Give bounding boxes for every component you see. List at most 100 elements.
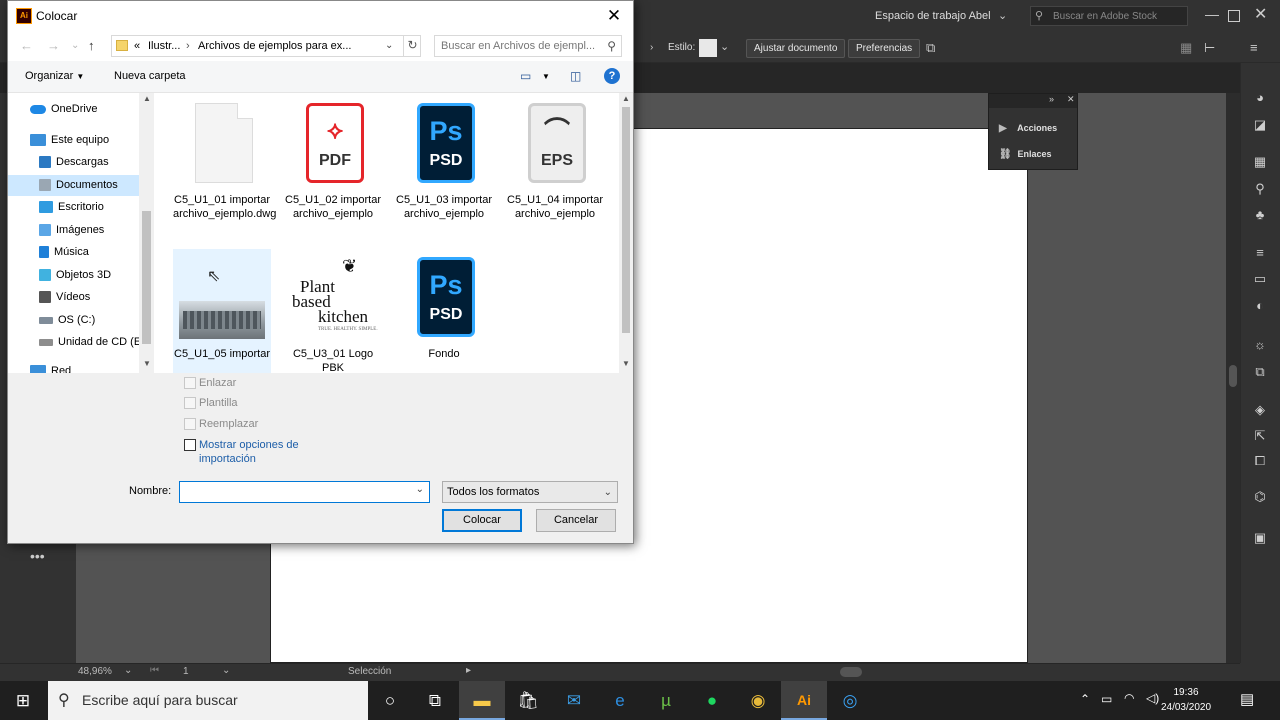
symbols-icon[interactable]: ♣ (1250, 206, 1270, 224)
show-import-options-checkbox[interactable]: Mostrar opciones de importación (184, 438, 334, 466)
stroke-icon[interactable]: ≡ (1250, 244, 1270, 262)
fit-document-button[interactable]: Ajustar documento (746, 39, 846, 58)
caret-down-icon[interactable]: ▼ (542, 72, 550, 81)
appearance-icon[interactable]: ☼ (1250, 336, 1270, 354)
graphic-styles-icon[interactable]: ⧉ (1250, 363, 1270, 381)
horizontal-scroll-thumb[interactable] (840, 667, 862, 677)
nav-item-this-pc[interactable]: Este equipo (30, 130, 109, 151)
first-page-icon[interactable]: ⏮ (150, 665, 159, 676)
stock-search-input[interactable]: ⚲ Buscar en Adobe Stock (1030, 6, 1188, 26)
transform-icon[interactable]: ⊢ (1204, 40, 1215, 56)
nav-item-downloads[interactable]: Descargas (39, 152, 109, 173)
asset-export-icon[interactable]: ⧠ (1250, 452, 1270, 470)
image-trace-icon[interactable]: ◪ (1250, 116, 1270, 134)
chevron-up-icon[interactable]: ⌃ (1080, 692, 1090, 706)
color-palette-icon[interactable]: ◕ (1250, 89, 1270, 107)
nav-item-cd-drive[interactable]: Unidad de CD (E (39, 332, 141, 353)
task-view-icon[interactable]: ⧉ (412, 681, 458, 720)
up-arrow-icon[interactable]: ↑ (88, 38, 95, 53)
chevron-down-icon[interactable]: ⌄ (385, 36, 393, 56)
wifi-icon[interactable]: ◠ (1124, 691, 1134, 705)
nav-item-network[interactable]: Red (30, 361, 71, 373)
file-item[interactable]: ⟡ PDF C5_U1_02 importar archivo_ejemplo (284, 95, 382, 221)
zoom-level[interactable]: 48,96% (78, 666, 112, 677)
store-icon[interactable]: 🛍 (505, 681, 551, 720)
back-arrow-icon[interactable]: ← (20, 38, 33, 53)
file-item[interactable]: Ps PSD C5_U1_03 importar archivo_ejemplo (395, 95, 493, 221)
nav-item-images[interactable]: Imágenes (39, 220, 104, 241)
link-checkbox[interactable]: Enlazar (184, 377, 236, 390)
arrange-icon[interactable]: ⧉ (926, 40, 935, 56)
new-folder-button[interactable]: Nueva carpeta (114, 70, 186, 82)
refresh-icon[interactable]: ↻ (403, 35, 421, 57)
nav-item-videos[interactable]: Vídeos (39, 287, 90, 308)
swatches-icon[interactable]: ▦ (1250, 153, 1270, 171)
close-icon[interactable]: ✕ (1067, 94, 1075, 105)
workspace-switcher[interactable]: Espacio de trabajo Abel (875, 10, 991, 22)
chevron-down-icon[interactable]: ⌄ (720, 40, 729, 53)
file-name-input[interactable]: ⌄ (179, 481, 430, 503)
windows-start-icon[interactable]: ⊞ (0, 681, 46, 720)
file-format-select[interactable]: Todos los formatos ⌄ (442, 481, 618, 503)
artboards-icon[interactable]: ⇱ (1250, 427, 1270, 445)
checkbox[interactable] (184, 439, 196, 451)
template-checkbox[interactable]: Plantilla (184, 397, 238, 410)
volume-icon[interactable]: ◁) (1146, 691, 1159, 705)
preferences-button[interactable]: Preferencias (848, 39, 921, 58)
recent-locations-icon[interactable]: ⌄ (71, 40, 79, 51)
libraries-icon[interactable]: ⌬ (1250, 488, 1270, 506)
file-item[interactable]: ❦ Plant based kitchen TRUE. HEALTHY. SIM… (284, 249, 382, 373)
close-icon[interactable]: ✕ (1254, 4, 1267, 24)
file-explorer-icon[interactable]: ▬ (459, 681, 505, 720)
illustrator-taskbar-icon[interactable]: Ai (781, 681, 827, 720)
spotify-icon[interactable]: ● (689, 681, 735, 720)
style-swatch[interactable] (699, 39, 717, 57)
scroll-up-icon[interactable]: ▲ (143, 94, 151, 103)
organize-button[interactable]: Organizar ▼ (25, 70, 84, 82)
properties-icon[interactable]: ▣ (1250, 529, 1270, 547)
breadcrumb-item[interactable]: Ilustr... (148, 36, 180, 56)
page-number[interactable]: 1 (183, 666, 189, 677)
links-panel-item[interactable]: ⛓ Enlaces (999, 144, 1052, 164)
collapse-icon[interactable]: » (1049, 94, 1054, 104)
forward-arrow-icon[interactable]: → (47, 38, 60, 53)
layers-icon[interactable]: ◈ (1250, 401, 1270, 419)
nav-item-os-drive[interactable]: OS (C:) (39, 310, 95, 331)
taskbar-clock[interactable]: 19:36 24/03/2020 (1160, 685, 1212, 715)
actions-panel-item[interactable]: ▶ Acciones (999, 118, 1057, 138)
view-options-icon[interactable]: ▭ (520, 69, 531, 83)
panel-header[interactable]: » ✕ (989, 94, 1077, 108)
place-button[interactable]: Colocar (442, 509, 522, 532)
file-scrollbar[interactable]: ▲ ▼ (619, 93, 633, 373)
transparency-icon[interactable]: ◐ (1250, 297, 1270, 315)
minimize-icon[interactable]: — (1205, 6, 1219, 22)
align-icon[interactable]: ▦ (1180, 40, 1192, 56)
mail-icon[interactable]: ✉ (551, 681, 597, 720)
more-tools-icon[interactable]: ••• (30, 548, 45, 564)
nav-item-onedrive[interactable]: OneDrive (30, 99, 97, 120)
breadcrumb-item[interactable]: Archivos de ejemplos para ex... (198, 36, 351, 56)
nav-item-music[interactable]: Música (39, 242, 89, 263)
chevron-right-icon[interactable]: › (650, 42, 653, 53)
folder-search-input[interactable]: Buscar en Archivos de ejempl... ⚲ (434, 35, 622, 57)
edge-icon[interactable]: e (597, 681, 643, 720)
chevron-down-icon[interactable]: ⌄ (604, 483, 612, 503)
scroll-thumb[interactable] (142, 211, 151, 344)
file-item[interactable]: C5_U1_01 importar archivo_ejemplo.dwg (173, 95, 276, 221)
file-item[interactable]: ⌒ EPS C5_U1_04 importar archivo_ejemplo (506, 95, 604, 221)
brushes-icon[interactable]: ⚲ (1250, 180, 1270, 198)
utorrent-icon[interactable]: µ (643, 681, 689, 720)
replace-checkbox[interactable]: Reemplazar (184, 418, 258, 431)
address-bar[interactable]: « Ilustr... › Archivos de ejemplos para … (111, 35, 421, 57)
battery-icon[interactable]: ▭ (1101, 692, 1112, 706)
nav-item-documents[interactable]: Documentos (8, 175, 139, 196)
chevron-down-icon[interactable]: ⌄ (416, 484, 424, 495)
cancel-button[interactable]: Cancelar (536, 509, 616, 532)
file-item[interactable]: Ps PSD Fondo (395, 249, 493, 361)
checkbox[interactable] (184, 397, 196, 410)
dialog-title-bar[interactable]: Ai Colocar ✕ (8, 1, 633, 31)
close-icon[interactable]: ✕ (601, 4, 627, 28)
chevron-down-icon[interactable]: ⌄ (124, 665, 132, 676)
breadcrumb-prefix[interactable]: « (134, 36, 140, 56)
panel-menu-icon[interactable]: ≡ (1250, 40, 1258, 55)
